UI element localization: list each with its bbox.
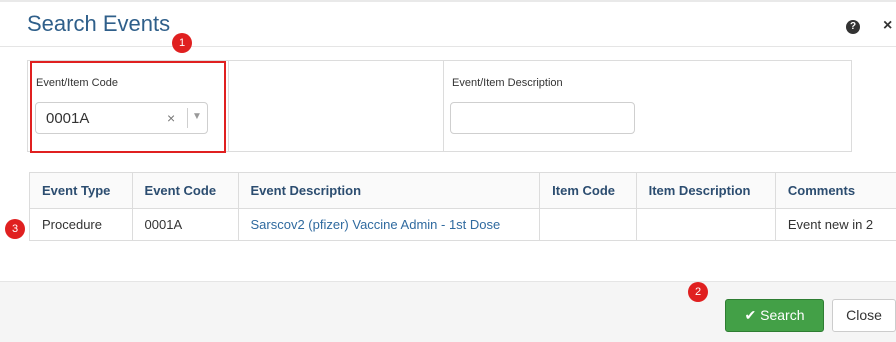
table-row[interactable]: Procedure 0001A Sarscov2 (pfizer) Vaccin… <box>30 209 896 241</box>
cell-event-description-link[interactable]: Sarscov2 (pfizer) Vaccine Admin - 1st Do… <box>238 209 540 241</box>
cell-item-code <box>540 209 636 241</box>
results-table: Event Type Event Code Event Description … <box>29 172 896 241</box>
close-button[interactable]: Close <box>832 299 896 332</box>
search-button[interactable]: ✔ Search <box>725 299 824 332</box>
event-item-description-label: Event/Item Description <box>452 77 563 89</box>
search-button-label: Search <box>760 307 804 323</box>
col-event-description[interactable]: Event Description <box>238 173 540 209</box>
col-item-code[interactable]: Item Code <box>540 173 636 209</box>
annotation-badge-3: 3 <box>5 219 25 239</box>
filter-divider <box>443 61 444 151</box>
cell-item-description <box>636 209 775 241</box>
dialog-title: Search Events <box>27 11 170 37</box>
header-divider <box>0 46 896 47</box>
annotation-badge-1: 1 <box>172 33 192 53</box>
filter-divider <box>228 61 229 151</box>
col-item-description[interactable]: Item Description <box>636 173 775 209</box>
cell-event-type: Procedure <box>30 209 133 241</box>
checkmark-icon: ✔ <box>745 307 757 323</box>
help-icon[interactable]: ? <box>846 20 860 34</box>
col-comments[interactable]: Comments <box>775 173 896 209</box>
event-item-description-input[interactable] <box>450 102 635 134</box>
annotation-highlight-box <box>30 61 226 153</box>
cell-event-code: 0001A <box>132 209 238 241</box>
col-event-type[interactable]: Event Type <box>30 173 133 209</box>
cell-comments: Event new in 2 <box>775 209 896 241</box>
table-header-row: Event Type Event Code Event Description … <box>30 173 896 209</box>
top-border <box>0 0 896 2</box>
col-event-code[interactable]: Event Code <box>132 173 238 209</box>
close-icon[interactable]: × <box>883 17 892 35</box>
annotation-badge-2: 2 <box>688 282 708 302</box>
